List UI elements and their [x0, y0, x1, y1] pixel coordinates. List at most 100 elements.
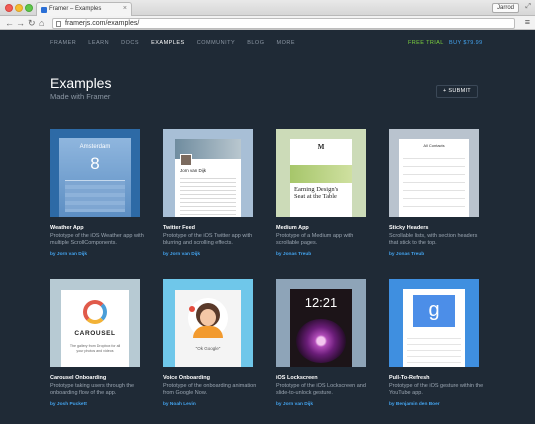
- example-card-sticky-headers[interactable]: All Contacts Sticky Headers Scrollable l…: [389, 129, 479, 257]
- phone-screenshot: g: [403, 289, 465, 367]
- forecast-rows: [65, 180, 125, 212]
- thumb-caption: "Ok Google": [195, 346, 221, 351]
- page: FRAMER LEARN DOCS EXAMPLES COMMUNITY BLO…: [0, 31, 535, 424]
- tab-title: Framer – Examples: [49, 6, 102, 12]
- carousel-logo-icon: [83, 300, 107, 324]
- card-author-link[interactable]: by Jonas Treub: [276, 252, 311, 257]
- example-card-carousel[interactable]: CAROUSEL The gallery from Dropbox for al…: [50, 279, 140, 407]
- card-thumbnail[interactable]: All Contacts: [389, 129, 479, 217]
- example-card-weather[interactable]: Amsterdam 8 Weather App Prototype of the…: [50, 129, 144, 257]
- card-author-link[interactable]: by Jorn van Dijk: [163, 252, 200, 257]
- tab-close-icon[interactable]: ×: [123, 5, 127, 12]
- profile-button[interactable]: Jarrod: [491, 3, 519, 13]
- phone-screenshot: Amsterdam 8: [59, 138, 131, 217]
- card-author-link[interactable]: by Jorn van Dijk: [50, 252, 87, 257]
- card-title[interactable]: Sticky Headers: [389, 225, 428, 231]
- thumb-temperature: 8: [90, 154, 100, 173]
- card-thumbnail[interactable]: CAROUSEL The gallery from Dropbox for al…: [50, 279, 140, 367]
- url-text[interactable]: framerjs.com/examples/: [65, 20, 139, 27]
- card-thumbnail[interactable]: Amsterdam 8: [50, 129, 140, 217]
- thumb-headline: Earning Design's Seat at the Table: [294, 186, 339, 200]
- example-card-lockscreen[interactable]: 12:21 iOS Lockscreen Prototype of the iO…: [276, 279, 366, 407]
- nav-item-more[interactable]: MORE: [277, 40, 296, 46]
- card-description: Scrollable lists, with section headers t…: [389, 233, 478, 246]
- contact-list: [403, 151, 465, 213]
- phone-screenshot: Jorn van Dijk: [175, 139, 241, 217]
- medium-logo: M: [317, 143, 325, 151]
- phone-screenshot: M Earning Design's Seat at the Table: [290, 139, 352, 217]
- phone-screenshot: "Ok Google": [175, 290, 241, 367]
- nav-item-docs[interactable]: DOCS: [121, 40, 139, 46]
- card-author-link[interactable]: by Noah Levin: [163, 402, 196, 407]
- thumb-label: CAROUSEL: [74, 330, 116, 337]
- card-author-link[interactable]: by Jonas Treub: [389, 252, 424, 257]
- tweet-lines: [180, 175, 236, 215]
- avatar-body: [193, 326, 223, 338]
- minimize-window-button[interactable]: [15, 4, 23, 12]
- thumb-city: Amsterdam: [79, 144, 111, 150]
- nav-item-community[interactable]: COMMUNITY: [197, 40, 235, 46]
- card-author-link[interactable]: by Jorn van Dijk: [276, 402, 313, 407]
- nav-item-learn[interactable]: LEARN: [88, 40, 109, 46]
- phone-screenshot: 12:21: [290, 289, 352, 367]
- free-trial-link[interactable]: FREE TRIAL: [408, 40, 444, 46]
- card-author-link[interactable]: by Josh Puckett: [50, 402, 87, 407]
- card-thumbnail[interactable]: 12:21: [276, 279, 366, 367]
- nav-item-examples[interactable]: EXAMPLES: [151, 40, 185, 46]
- reload-icon[interactable]: ↻: [28, 17, 36, 29]
- submit-button[interactable]: + SUBMIT: [436, 85, 478, 98]
- top-nav: FRAMER LEARN DOCS EXAMPLES COMMUNITY BLO…: [50, 40, 305, 46]
- card-description: Prototype of a Medium app with scrollabl…: [276, 233, 354, 246]
- page-title: Examples: [50, 75, 112, 91]
- forward-arrow-icon[interactable]: →: [16, 17, 25, 29]
- thumb-logo: g: [413, 295, 455, 327]
- card-title[interactable]: Pull-To-Refresh: [389, 375, 430, 381]
- card-description: Prototype of the iOS gesture within the …: [389, 383, 484, 396]
- card-description: Prototype of the iOS Lockscreen and slid…: [276, 383, 366, 396]
- home-icon[interactable]: ⌂: [39, 17, 44, 29]
- avatar-face: [200, 309, 216, 326]
- card-title[interactable]: iOS Lockscreen: [276, 375, 318, 381]
- card-thumbnail[interactable]: g: [389, 279, 479, 367]
- card-description: Prototype of the onboarding animation fr…: [163, 383, 257, 396]
- thumb-time: 12:21: [304, 295, 338, 310]
- browser-tab[interactable]: Framer – Examples ×: [36, 2, 132, 16]
- card-description: Prototype taking users through the onboa…: [50, 383, 135, 396]
- thumb-header: All Contacts: [423, 143, 445, 148]
- phone-screenshot: CAROUSEL The gallery from Dropbox for al…: [61, 290, 129, 367]
- favicon-icon: [41, 7, 47, 13]
- card-thumbnail[interactable]: Jorn van Dijk: [163, 129, 253, 217]
- nav-item-framer[interactable]: FRAMER: [50, 40, 76, 46]
- example-card-voice[interactable]: "Ok Google" Voice Onboarding Prototype o…: [163, 279, 256, 407]
- microphone-icon: [189, 306, 195, 312]
- card-title[interactable]: Weather App: [50, 225, 84, 231]
- phone-screenshot: All Contacts: [399, 139, 469, 217]
- close-window-button[interactable]: [5, 4, 13, 12]
- page-subtitle: Made with Framer: [50, 92, 111, 101]
- card-thumbnail[interactable]: "Ok Google": [163, 279, 253, 367]
- card-author-link[interactable]: by Benjamin den Boer: [389, 402, 440, 407]
- card-thumbnail[interactable]: M Earning Design's Seat at the Table: [276, 129, 366, 217]
- example-card-twitter[interactable]: Jorn van Dijk Twitter Feed Prototype of …: [163, 129, 253, 257]
- browser-titlebar: Framer – Examples × Jarrod ⤢: [0, 0, 535, 16]
- nav-item-blog[interactable]: BLOG: [247, 40, 264, 46]
- card-title[interactable]: Voice Onboarding: [163, 375, 210, 381]
- card-title[interactable]: Medium App: [276, 225, 309, 231]
- avatar: [180, 154, 192, 166]
- page-icon: [56, 21, 61, 27]
- example-card-medium[interactable]: M Earning Design's Seat at the Table Med…: [276, 129, 366, 257]
- flower-wallpaper: [296, 319, 346, 363]
- back-arrow-icon[interactable]: ←: [5, 17, 14, 29]
- menu-icon[interactable]: ≡: [525, 17, 530, 27]
- address-bar[interactable]: framerjs.com/examples/: [52, 18, 515, 29]
- thumb-caption: The gallery from Dropbox for all your ph…: [69, 344, 121, 353]
- example-card-pull-to-refresh[interactable]: g Pull-To-Refresh Prototype of the iOS g…: [389, 279, 483, 407]
- article-image: [290, 165, 352, 183]
- thumb-profile-name: Jorn van Dijk: [180, 168, 207, 173]
- buy-link[interactable]: BUY $79.99: [449, 40, 483, 46]
- card-description: Prototype of the iOS Twitter app with bl…: [163, 233, 253, 246]
- card-title[interactable]: Twitter Feed: [163, 225, 195, 231]
- fullscreen-icon[interactable]: ⤢: [525, 3, 531, 11]
- zoom-window-button[interactable]: [25, 4, 33, 12]
- card-title[interactable]: Carousel Onboarding: [50, 375, 106, 381]
